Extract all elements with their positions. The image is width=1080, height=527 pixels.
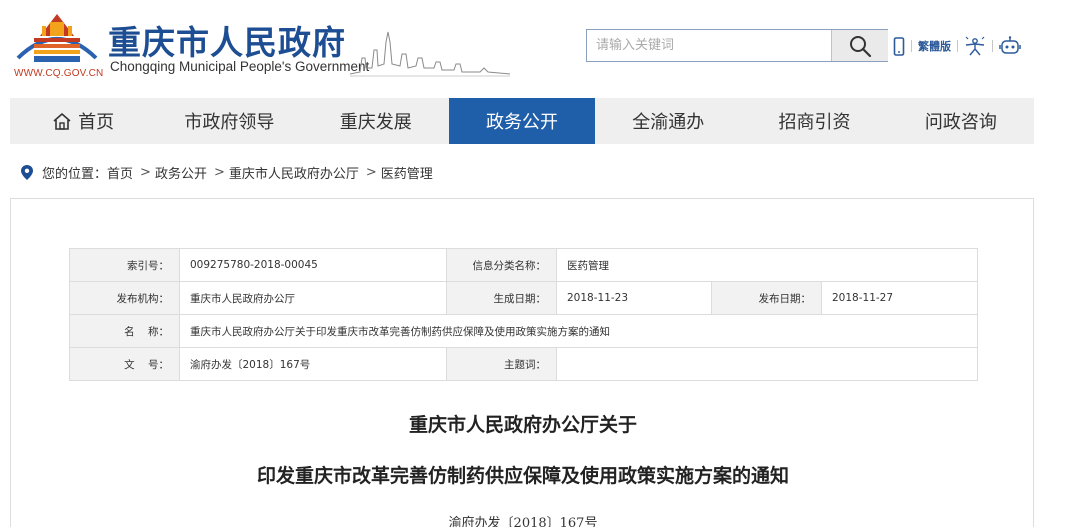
breadcrumb: 您的位置： 首页 > 政务公开 > 重庆市人民政府办公厅 > 医药管理 [20,162,433,182]
meta-created-date: 2018-11-23 [556,281,712,315]
nav-item-label: 首页 [78,112,115,133]
traditional-chinese-link[interactable]: 繁體版 [918,38,951,54]
nav-item-leaders[interactable]: 市政府领导 [156,98,302,144]
nav-item-consultation[interactable]: 问政咨询 [888,98,1034,144]
nav-item-government-affairs[interactable]: 政务公开 [448,98,596,144]
accessibility-icon [965,36,985,56]
mobile-icon [893,36,905,56]
header-tools: 繁體版 [893,36,1021,56]
main-nav: 首页 市政府领导 重庆发展 政务公开 全渝通办 招商引资 问政咨询 [10,98,1034,144]
meta-label: 文 号： [69,347,180,381]
home-icon [53,112,71,130]
meta-publisher: 重庆市人民政府办公厅 [179,281,447,315]
meta-label: 发布机构： [69,281,180,315]
skyline-graphic [350,31,510,77]
nav-item-online-services[interactable]: 全渝通办 [595,98,741,144]
table-row: 发布机构： 重庆市人民政府办公厅 生成日期： 2018-11-23 发布日期： … [69,281,978,315]
breadcrumb-separator: > [213,164,225,180]
meta-label: 发布日期： [711,281,822,315]
search-button[interactable] [831,30,888,61]
breadcrumb-separator: > [365,164,377,180]
document-number: 渝府办发〔2018〕167号 [448,516,598,527]
table-row: 索引号： 009275780-2018-00045 信息分类名称： 医药管理 [69,248,978,282]
meta-document-number: 渝府办发〔2018〕167号 [179,347,447,381]
meta-label: 主题词： [446,347,557,381]
search-input[interactable] [587,30,832,61]
nav-item-investment[interactable]: 招商引资 [741,98,887,144]
divider [957,40,958,52]
document-title-line-2: 印发重庆市改革完善仿制药供应保障及使用政策实施方案的通知 [256,465,789,487]
breadcrumb-item-medicine-management[interactable]: 医药管理 [381,163,433,182]
meta-label: 信息分类名称： [446,248,557,282]
location-pin-icon [21,164,33,180]
logo-url-text: WWW.CQ.GOV.CN [14,68,104,79]
nav-item-development[interactable]: 重庆发展 [303,98,449,144]
meta-label: 名 称： [69,314,180,348]
article-panel: 索引号： 009275780-2018-00045 信息分类名称： 医药管理 发… [10,198,1034,527]
breadcrumb-separator: > [140,164,151,180]
meta-published-date: 2018-11-27 [821,281,978,315]
site-title[interactable]: 重庆市人民政府 [108,16,346,64]
meta-index-number: 009275780-2018-00045 [179,248,447,282]
document-title-line-1: 重庆市人民政府办公厅关于 [408,414,637,436]
breadcrumb-prefix: 您的位置： [42,166,108,182]
meta-category: 医药管理 [556,248,978,282]
table-row: 名 称： 重庆市人民政府办公厅关于印发重庆市改革完善仿制药供应保障及使用政策实施… [69,314,978,348]
meta-subject-words [556,347,978,381]
meta-label: 索引号： [69,248,180,282]
document-metadata-table: 索引号： 009275780-2018-00045 信息分类名称： 医药管理 发… [69,248,978,381]
site-subtitle: Chongqing Municipal People's Government [110,59,370,74]
meta-label: 生成日期： [446,281,557,315]
breadcrumb-item-home[interactable]: 首页 [107,163,133,182]
mobile-button[interactable] [893,36,905,56]
table-row: 文 号： 渝府办发〔2018〕167号 主题词： [69,347,978,381]
search-icon [850,35,872,57]
divider [911,40,912,52]
breadcrumb-item-government-affairs[interactable]: 政务公开 [155,163,207,182]
accessibility-button[interactable] [964,36,986,56]
site-header: WWW.CQ.GOV.CN 重庆市人民政府 Chongqing Municipa… [0,0,1080,98]
meta-document-name: 重庆市人民政府办公厅关于印发重庆市改革完善仿制药供应保障及使用政策实施方案的通知 [179,314,978,348]
robot-icon [999,36,1021,54]
breadcrumb-item-general-office[interactable]: 重庆市人民政府办公厅 [229,163,359,182]
divider [992,40,993,52]
robot-assistant-button[interactable] [999,36,1021,56]
nav-item-home[interactable]: 首页 [10,98,156,144]
search-box [586,29,888,62]
